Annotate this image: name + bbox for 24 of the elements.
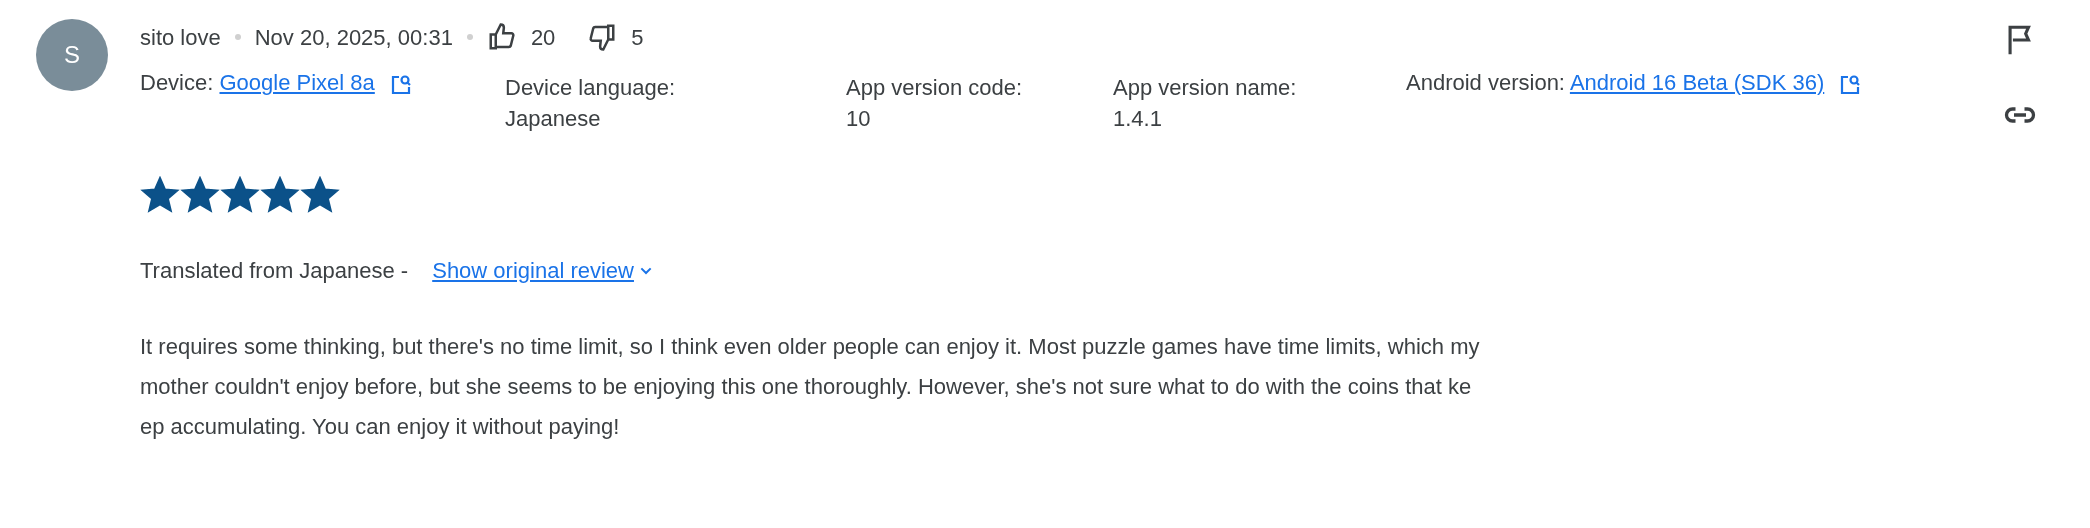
star-icon: [140, 176, 180, 214]
detail-label: App version code:: [846, 74, 1024, 102]
review-date: Nov 20, 2025, 00:31: [254, 23, 453, 52]
detail-label: App version name:: [1113, 74, 1298, 102]
detail-label: Device language:: [505, 74, 676, 102]
star-icon: [220, 176, 260, 214]
star-icon: [300, 176, 340, 214]
star-icon: [260, 176, 300, 214]
translation-note: Translated from Japanese -: [140, 257, 409, 285]
thumbs-down-icon[interactable]: [587, 22, 618, 52]
review-text: It requires some thinking, but there's no time limit, so I think even older people can enjoy it. Most puzzle games have time limits, which my mother couldn't enjoy before, but she seems to be enjoying this one thoroughly. However, she's not sure what to do with the coins that ke ep accumulating. You can enjoy it without paying!: [140, 333, 1481, 441]
show-original-link[interactable]: Show original review: [432, 254, 634, 287]
thumbs-up-count: 20: [530, 23, 556, 52]
detail-value: 1.4.1: [1113, 105, 1163, 133]
star-icon: [180, 176, 220, 214]
device-link[interactable]: Android 16 Beta (SDK 36): [1569, 70, 1825, 95]
detail-value: Japanese: [505, 105, 602, 133]
detail-label: Android version:: [1406, 70, 1565, 95]
thumbs-down-count: 5: [631, 23, 644, 52]
detail-label: Device:: [140, 70, 214, 95]
device-link[interactable]: Google Pixel 8a: [219, 70, 375, 95]
avatar: S: [36, 19, 108, 91]
detail-value: 10: [846, 105, 872, 133]
author-name: sito love: [140, 23, 221, 52]
